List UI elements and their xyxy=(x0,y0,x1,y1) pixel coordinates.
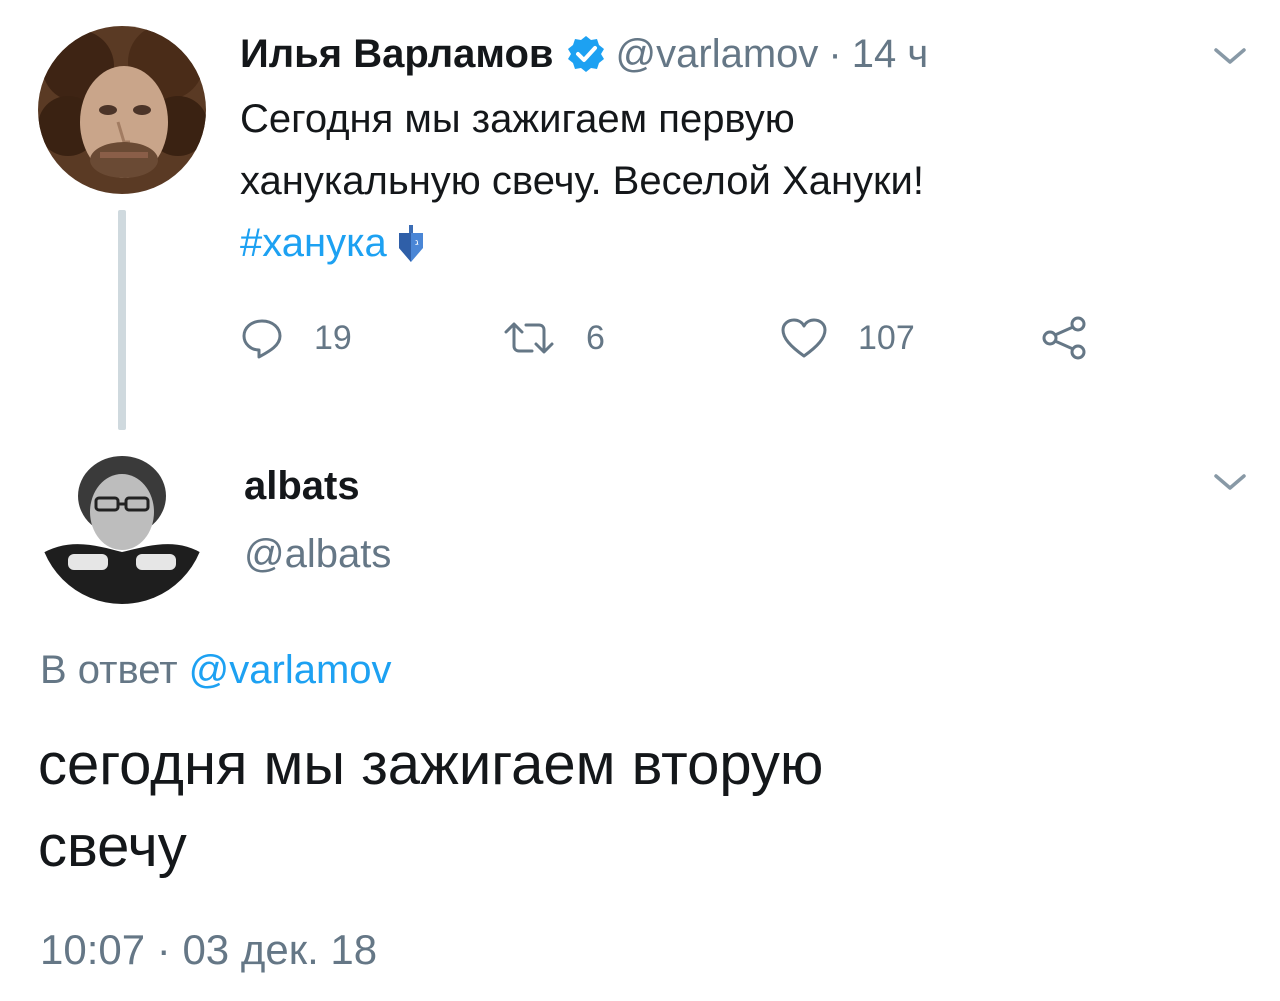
tweet-header: Илья Варламов @varlamov · 14 ч xyxy=(240,26,928,82)
reply-date: 03 дек. 18 xyxy=(182,926,378,973)
reply-author-name[interactable]: albats xyxy=(244,464,360,509)
like-button[interactable]: 107 xyxy=(780,310,915,366)
reply-mention-link[interactable]: @varlamov xyxy=(189,648,392,692)
retweet-count: 6 xyxy=(586,318,605,357)
reply-context: В ответ @varlamov xyxy=(40,648,392,693)
author-handle[interactable]: @varlamov xyxy=(616,32,819,77)
retweet-button[interactable]: 6 xyxy=(502,310,605,366)
chevron-down-icon[interactable] xyxy=(1210,468,1250,496)
tweet-text: Сегодня мы зажигаем первую ханукальную с… xyxy=(240,88,1160,274)
share-icon xyxy=(1042,316,1086,360)
author-avatar[interactable] xyxy=(38,26,206,194)
reply-author-handle[interactable]: @albats xyxy=(244,532,391,577)
retweet-icon xyxy=(504,322,554,354)
meta-separator: · xyxy=(156,926,171,973)
reply-button[interactable]: 19 xyxy=(240,310,352,366)
thread-connector-line xyxy=(118,210,126,430)
chevron-down-icon[interactable] xyxy=(1210,42,1250,70)
heart-icon xyxy=(781,318,827,358)
dreidel-emoji-icon: ג xyxy=(398,225,423,262)
tweet-text-line: Сегодня мы зажигаем первую xyxy=(240,97,795,141)
svg-text:ג: ג xyxy=(415,238,419,248)
tweet-text-line: ханукальную свечу. Веселой Хануки! xyxy=(240,159,924,203)
reply-timestamp[interactable]: 10:07 · 03 дек. 18 xyxy=(40,926,377,974)
reply-time: 10:07 xyxy=(40,926,146,973)
reply-text-line: свечу xyxy=(38,814,187,879)
verified-badge-icon xyxy=(567,36,604,72)
reply-count: 19 xyxy=(314,318,352,357)
reply-icon xyxy=(242,319,282,359)
like-count: 107 xyxy=(858,318,915,357)
hashtag-link[interactable]: #ханука xyxy=(240,221,387,265)
meta-separator: · xyxy=(828,31,842,76)
share-button[interactable] xyxy=(1040,310,1118,366)
author-name[interactable]: Илья Варламов xyxy=(240,32,554,77)
reply-author-avatar[interactable] xyxy=(38,436,206,604)
reply-text: сегодня мы зажигаем вторую свечу xyxy=(38,724,1238,888)
tweet-time[interactable]: 14 ч xyxy=(852,32,928,77)
reply-text-line: сегодня мы зажигаем вторую xyxy=(38,732,824,797)
tweet-hashtag-line: #ханука ג xyxy=(240,212,1160,274)
reply-prefix: В ответ xyxy=(40,648,178,692)
